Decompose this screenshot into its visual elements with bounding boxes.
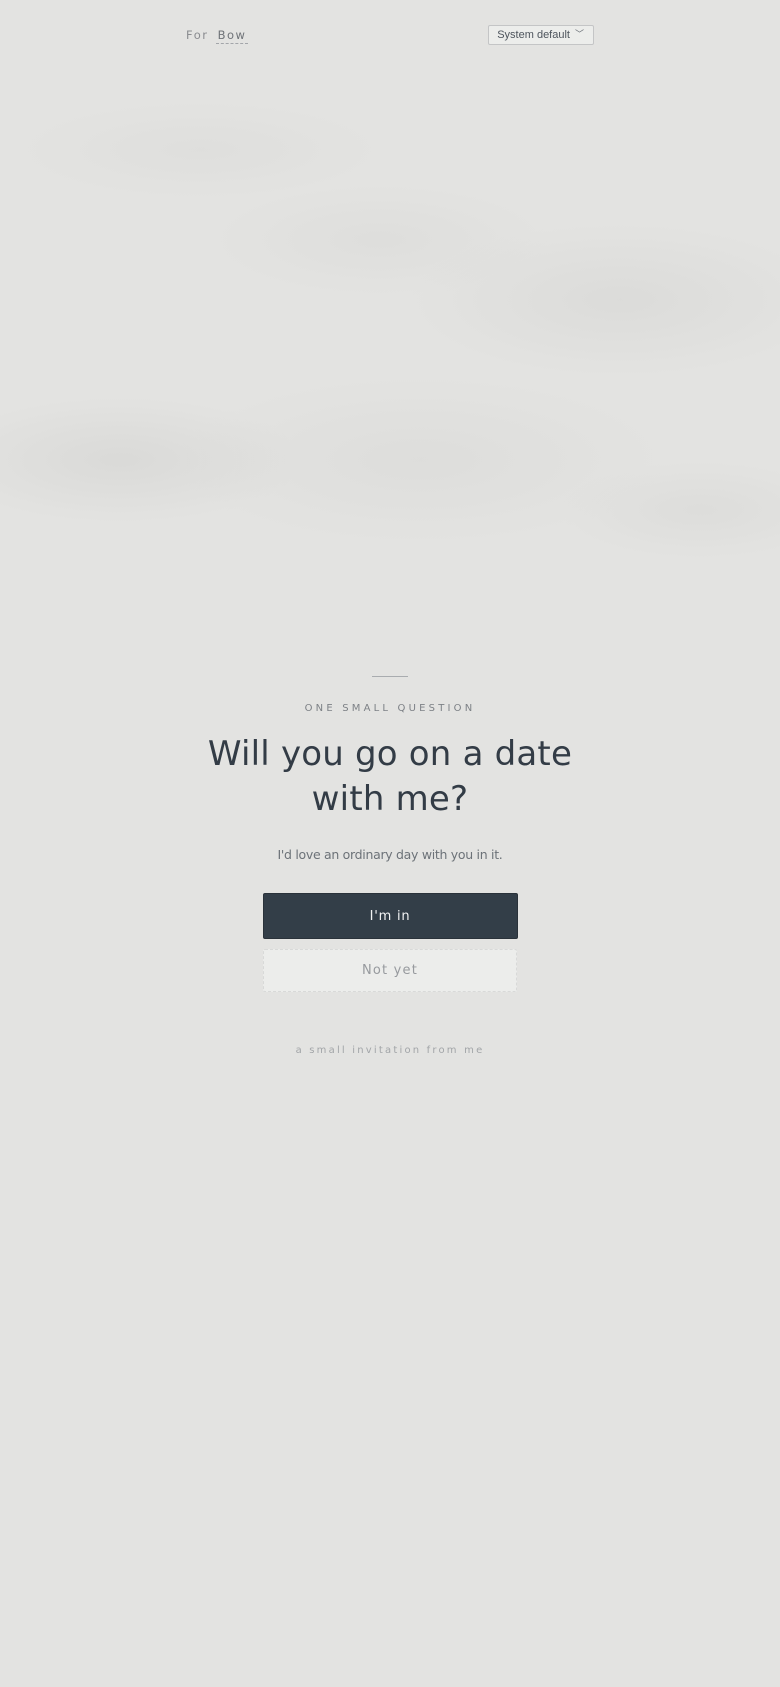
recipient-name: Bow: [215, 28, 249, 44]
chevron-down-icon: ﹀: [574, 28, 584, 39]
question-headline: Will you go on a date with me?: [207, 734, 573, 819]
im-in-button[interactable]: I'm in: [262, 893, 518, 939]
not-yet-button[interactable]: Not yet: [263, 949, 517, 992]
for-label: For Bow: [186, 28, 249, 44]
language-select[interactable]: System default ﹀: [488, 25, 594, 45]
header: For Bow System default ﹀: [186, 24, 594, 48]
background-texture: [0, 40, 780, 620]
language-select-value: System default: [497, 29, 570, 41]
subline-text: I'd love an ordinary day with you in it.: [277, 847, 503, 862]
eyebrow-label: ONE SMALL QUESTION: [304, 703, 476, 714]
for-prefix: For: [186, 28, 209, 42]
divider: [372, 676, 408, 677]
invitation-card: ONE SMALL QUESTION Will you go on a date…: [0, 676, 780, 1058]
footer-note: a small invitation from me: [295, 1045, 485, 1056]
invitation-page: For Bow System default ﹀ ONE SMALL QUEST…: [0, 0, 780, 1687]
